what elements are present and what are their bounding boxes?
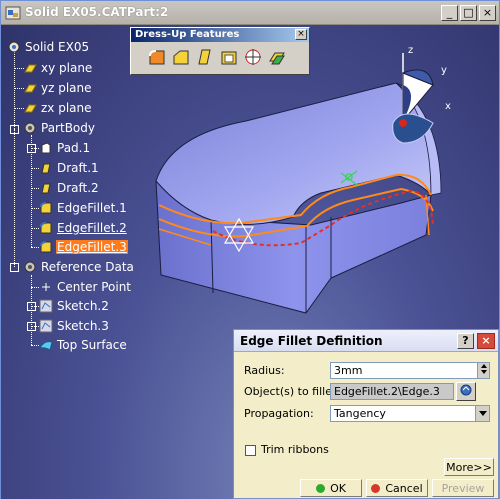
chamfer-button[interactable] (169, 46, 193, 70)
chamfer-icon (171, 47, 191, 70)
tree-item-edgefillet-3[interactable]: EdgeFillet.3 (39, 238, 128, 256)
part-root-icon (7, 40, 21, 54)
tree-item-edgefillet-1[interactable]: EdgeFillet.1 (39, 199, 128, 217)
shell-button[interactable] (217, 46, 241, 70)
close-window-button[interactable]: × (479, 5, 496, 21)
3d-viewport[interactable]: z y x Solid EX05 xy plane yz plane zx pl… (1, 25, 499, 499)
maximize-button[interactable]: □ (460, 5, 477, 21)
draft-icon (195, 47, 215, 70)
preview-button[interactable]: Preview (432, 479, 494, 497)
objects-list-button[interactable] (456, 382, 476, 401)
tree-item-draft-1[interactable]: Draft.1 (39, 159, 100, 177)
expand-toggle[interactable] (27, 144, 36, 153)
cancel-icon (371, 483, 381, 493)
propagation-label: Propagation: (244, 407, 314, 420)
compass-z-label: z (408, 45, 413, 56)
gear-body-icon (23, 121, 37, 135)
tree-item-top-surface[interactable]: Top Surface (39, 336, 128, 354)
remove-face-button[interactable] (265, 46, 289, 70)
toolbar-title[interactable]: Dress-Up Features (131, 28, 309, 42)
sketch-icon (39, 299, 53, 313)
thread-icon (243, 47, 263, 70)
fillet-icon (39, 221, 53, 235)
tree-item-zx-plane[interactable]: zx plane (23, 99, 93, 117)
radius-field[interactable]: 3mm (330, 362, 490, 379)
title-bar[interactable]: Solid EX05.CATPart:2 _ □ × (1, 1, 499, 25)
plane-icon (23, 61, 37, 75)
edge-fillet-icon (147, 47, 167, 70)
tree-item-sketch-2[interactable]: Sketch.2 (39, 297, 110, 315)
cancel-button[interactable]: Cancel (366, 479, 428, 497)
draft-icon (39, 181, 53, 195)
ok-button[interactable]: OK (300, 479, 362, 497)
trim-ribbons-checkbox[interactable] (245, 445, 256, 456)
compass-y-label: y (441, 65, 447, 76)
plane-icon (23, 101, 37, 115)
shell-icon (219, 47, 239, 70)
tree-item-reference-data[interactable]: Reference Data (23, 258, 135, 276)
radius-spinner[interactable] (477, 363, 489, 378)
thread-button[interactable] (241, 46, 265, 70)
edit-list-icon (459, 383, 473, 400)
propagation-select[interactable]: Tangency (330, 405, 490, 422)
expand-toggle[interactable] (27, 322, 36, 331)
draft-button[interactable] (193, 46, 217, 70)
edge-fillet-button[interactable] (145, 46, 169, 70)
tree-item-draft-2[interactable]: Draft.2 (39, 179, 100, 197)
ok-icon (316, 483, 326, 493)
catia-window: Solid EX05.CATPart:2 _ □ × z y x Solid E… (0, 0, 500, 499)
gear-body-icon (23, 260, 37, 274)
window-title: Solid EX05.CATPart:2 (25, 5, 169, 19)
draft-icon (39, 161, 53, 175)
help-button[interactable]: ? (457, 333, 474, 349)
tree-item-yz-plane[interactable]: yz plane (23, 79, 93, 97)
expand-toggle[interactable] (10, 125, 19, 134)
point-icon (39, 280, 53, 294)
surface-icon (39, 338, 53, 352)
objects-field[interactable]: EdgeFillet.2\Edge.3 (330, 383, 454, 400)
tree-item-partbody[interactable]: PartBody (23, 119, 96, 137)
fillet-icon (39, 201, 53, 215)
more-button[interactable]: More>> (444, 458, 494, 476)
dialog-title-bar[interactable]: Edge Fillet Definition ? × (234, 330, 498, 352)
compass-x-label: x (445, 101, 451, 112)
plane-icon (23, 81, 37, 95)
edge-fillet-dialog: Edge Fillet Definition ? × Radius: 3mm O… (233, 329, 499, 499)
pad-icon (39, 141, 53, 155)
objects-label: Object(s) to fillet: (244, 385, 341, 398)
fillet-icon (39, 240, 53, 254)
tree-root[interactable]: Solid EX05 (7, 38, 90, 56)
expand-toggle[interactable] (27, 302, 36, 311)
dress-up-toolbar: Dress-Up Features × (130, 27, 310, 75)
chevron-down-icon[interactable] (475, 406, 489, 421)
dialog-close-button[interactable]: × (477, 333, 495, 349)
catia-app-icon (5, 6, 21, 20)
minimize-button[interactable]: _ (441, 5, 458, 21)
remove-face-icon (267, 47, 287, 70)
radius-label: Radius: (244, 364, 285, 377)
expand-toggle[interactable] (10, 263, 19, 272)
tree-item-pad[interactable]: Pad.1 (39, 139, 91, 157)
tree-item-edgefillet-2[interactable]: EdgeFillet.2 (39, 219, 128, 237)
trim-ribbons-label: Trim ribbons (261, 443, 329, 456)
tree-item-xy-plane[interactable]: xy plane (23, 59, 93, 77)
compass-widget[interactable]: z y x (379, 43, 459, 151)
specification-tree: Solid EX05 xy plane yz plane zx plane Pa… (1, 25, 151, 365)
toolbar-close-button[interactable]: × (295, 29, 307, 40)
dialog-title: Edge Fillet Definition (240, 334, 383, 348)
tree-item-center-point[interactable]: Center Point (39, 278, 132, 296)
sketch-icon (39, 319, 53, 333)
tree-item-sketch-3[interactable]: Sketch.3 (39, 317, 110, 335)
